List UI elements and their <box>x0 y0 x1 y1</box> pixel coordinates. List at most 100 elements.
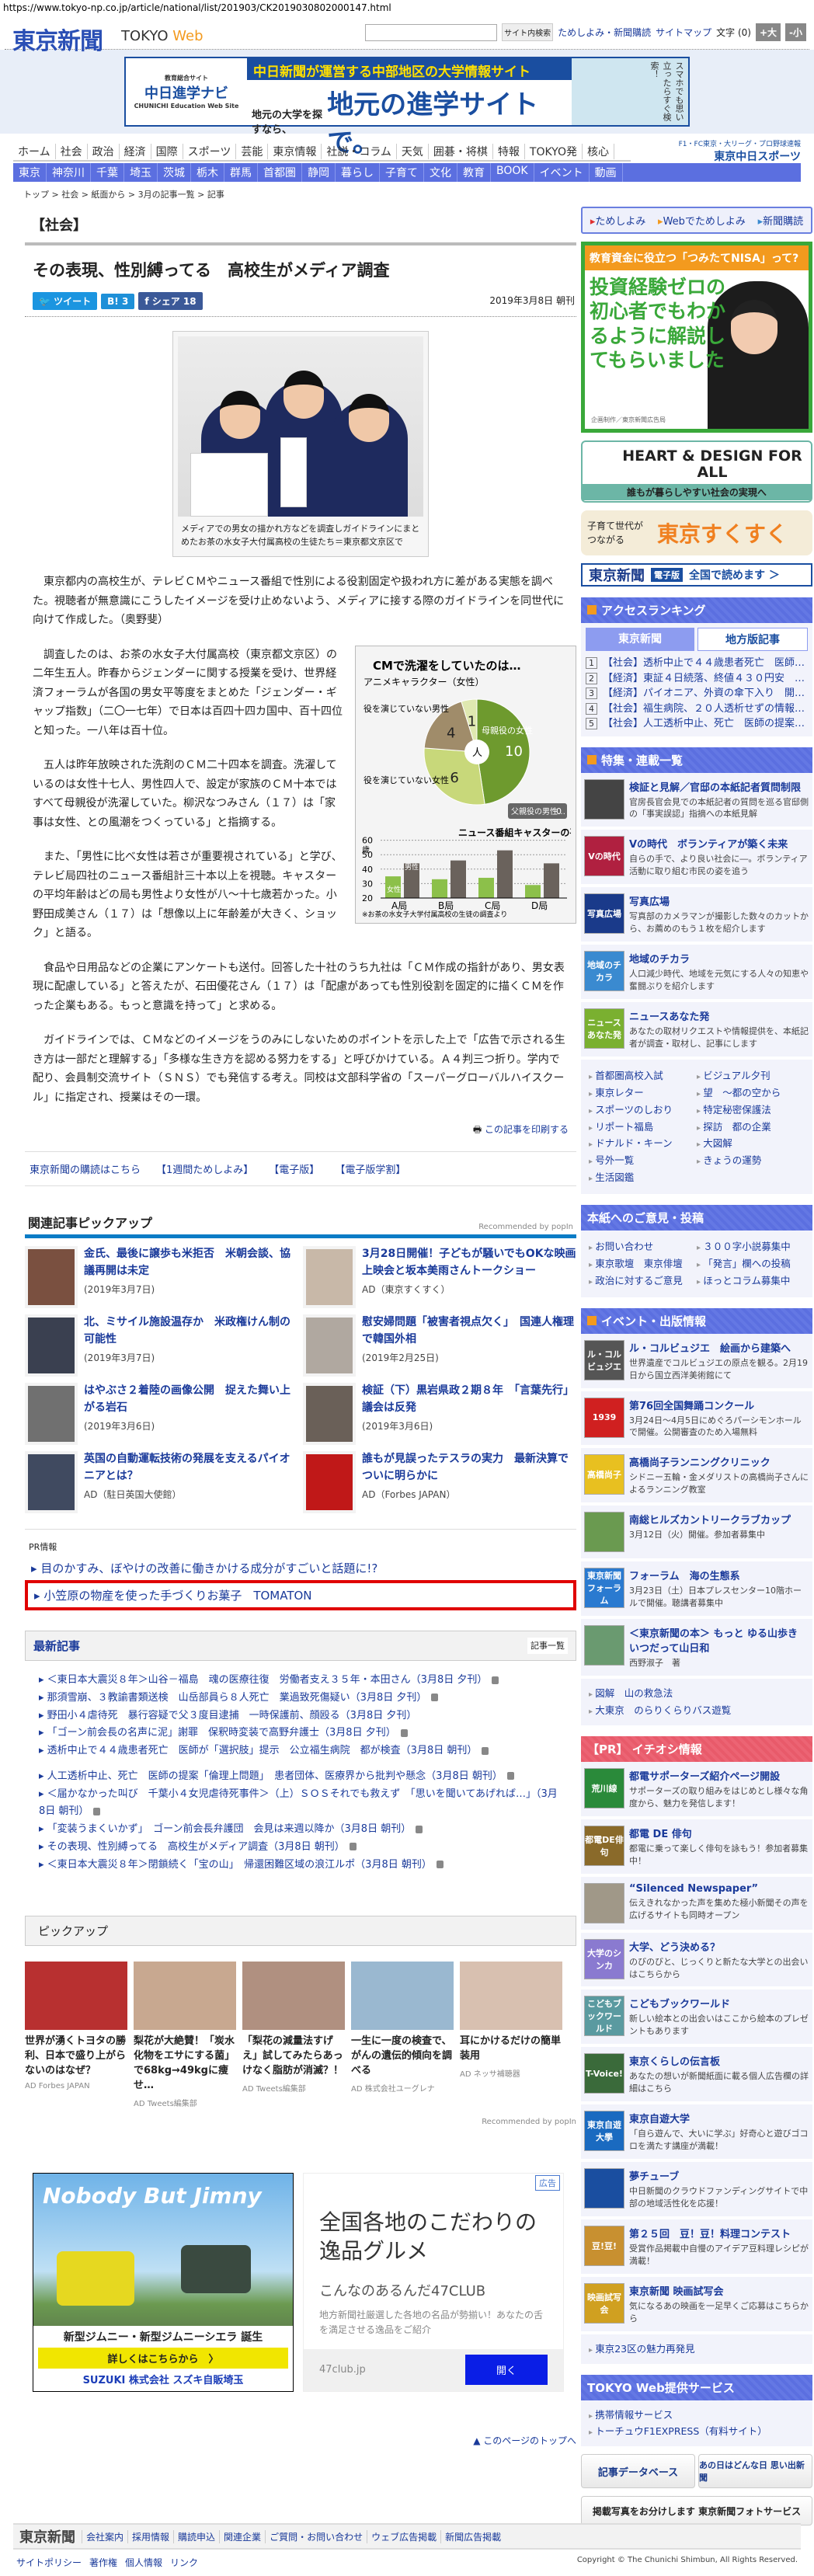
font-smaller-button[interactable]: -小 <box>785 23 806 41</box>
47club-ad[interactable]: 広告 全国各地のこだわりの逸品グルメ こんなのあるんだ47CLUB 地方新聞社厳… <box>303 2172 564 2392</box>
feature-item[interactable]: こどもブックワールド こどもブックワールド 新しい絵本との出会いはここから絵本のプレ… <box>581 1989 812 2048</box>
feature-link[interactable]: 号外一覧 <box>589 1152 697 1169</box>
latest-article-link[interactable]: ▸ ＜東日本大震災８年＞閉鎖続く「宝の山」 帰還困難区域の浪江ルポ（3月8日 朝… <box>39 1857 562 1875</box>
heart-design-banner[interactable]: HEART & DESIGN FOR ALL 誰もが暮らしやすい社会の実現へ <box>581 440 812 503</box>
tab-local-articles[interactable]: 地方版記事 <box>697 628 808 651</box>
opinion-link[interactable]: 政治に対するご意見 <box>589 1272 697 1290</box>
jimny-ad[interactable]: Nobody But Jimny 新型ジムニー・新型ジムニーシエラ 誕生 詳しくは… <box>33 2172 294 2392</box>
latest-article-link[interactable]: ▸ その表現、性別縛ってる 高校生がメディア調査（3月8日 朝刊） <box>39 1839 562 1857</box>
article-database-button[interactable]: 記事データベース <box>581 2454 695 2489</box>
nav-region-item[interactable]: イベント <box>534 163 590 182</box>
feature-title[interactable]: 東京新聞 映画試写会 <box>629 2283 809 2298</box>
nav-item[interactable]: 国際 <box>151 144 183 159</box>
feature-item[interactable]: 夢チューブ 中日新聞のクラウドファンディングサイトで中部の地域活性化を応援！ <box>581 2162 812 2219</box>
footer-sub-link[interactable]: リンク <box>170 2557 198 2568</box>
header-link-sitemap[interactable]: サイトマップ <box>656 26 711 39</box>
nav-region-item[interactable]: 群馬 <box>224 163 258 182</box>
feature-link[interactable]: 大図解 <box>697 1135 805 1152</box>
hatena-bookmark-button[interactable]: B! 3 <box>101 293 135 309</box>
related-title[interactable]: 英国の自動運転技術の発展を支えるパイオニアとは？ <box>84 1451 298 1485</box>
feature-title[interactable]: 高橋尚子ランニングクリニック <box>629 1454 809 1469</box>
service-link[interactable]: トーチュウF1EXPRESS（有料サイト） <box>589 2423 805 2440</box>
feature-item[interactable]: T-Voice! 東京くらしの伝言板 あなたの想いが新聞紙面に載る個人広告欄の詳細は… <box>581 2047 812 2105</box>
related-article[interactable]: 慰安婦問題「被害者視点欠く」 国連人権理で韓国外相 (2019年2月25日) <box>303 1314 576 1377</box>
nav-region-item[interactable]: 暮らし <box>336 163 380 182</box>
footer-logo[interactable]: 東京新聞 <box>13 2526 82 2546</box>
pickup-card[interactable]: 世界が湧くトヨタの勝利、日本で盛り上がらないのはなぜ？ AD Forbes JAP… <box>25 1962 127 2108</box>
feature-item[interactable]: 写真広場 写真広場 写真部のカメラマンが撮影した数々のカットから、お薦めのもう１枚を… <box>581 887 812 945</box>
related-title[interactable]: 3月28日開催！子どもが騒いでもOKな映画上映会と坂本美雨さんトークショー <box>362 1246 576 1279</box>
latest-article-link[interactable]: ▸ 野田小４虐待死 暴行容疑で父３度目逮捕 一時保護前、顔殴る（3月8日 夕刊） <box>39 1707 562 1725</box>
subscribe-link[interactable]: 【電子版】 <box>269 1161 319 1176</box>
article-thumbnail[interactable] <box>25 1383 78 1445</box>
tokyo-sukusuku-banner[interactable]: 子育て世代がつながる 東京すくすく <box>581 510 812 555</box>
nav-region-item[interactable]: 静岡 <box>302 163 336 182</box>
chunichi-sports-link[interactable]: F1・FC東京・大リーグ・プロ野球速報 東京中日スポーツ <box>679 138 801 164</box>
nav-item[interactable]: 核心 <box>583 144 614 159</box>
font-larger-button[interactable]: +大 <box>755 23 781 41</box>
pickup-card[interactable]: 一生に一度の検査で、がんの遺伝的傾向を調べる AD 株式会社ユーグレナ <box>351 1962 454 2108</box>
feature-title[interactable]: 夢チューブ <box>629 2168 809 2183</box>
footer-link[interactable]: ウェブ広告掲載 <box>367 2529 440 2543</box>
footer-link[interactable]: 関連企業 <box>219 2529 265 2543</box>
nav-region-item[interactable]: 埼玉 <box>124 163 158 182</box>
feature-item[interactable]: 地域のチカラ 地域のチカラ 人口減少時代、地域を元気にする人々の知恵や奮闘ぶりを紹介… <box>581 945 812 1002</box>
feature-item[interactable]: 東京新聞フォーラム フォーラム 海の生態系 3月23日（土）日本プレスセンター10階… <box>581 1561 812 1620</box>
photo-service-button[interactable]: 掲載写真をお分けします 東京新聞フォトサービス <box>581 2496 812 2526</box>
feature-item[interactable]: 都電DE俳句 都電 DE 俳句 都電に乗って楽しく俳句を詠もう！参加者募集中！ <box>581 1819 812 1877</box>
footer-link[interactable]: 購読申込 <box>173 2529 219 2543</box>
feature-item[interactable]: 映画試写会 東京新聞 映画試写会 気になるあの映画を一足早くご応募はこちらから <box>581 2276 812 2334</box>
popin-recommended[interactable]: Recommended by popIn <box>478 1223 573 1231</box>
nav-item[interactable]: 東京情報 <box>268 144 322 159</box>
feature-title[interactable]: ル・コルビュジエ 絵画から建築へ <box>629 1340 809 1355</box>
related-article[interactable]: 誰もが見誤ったテスラの実力 最新決算でついに明らかに AD（Forbes JAPA… <box>303 1451 576 1513</box>
nav-item[interactable]: TOKYO発 <box>525 144 583 159</box>
feature-title[interactable]: フォーラム 海の生態系 <box>629 1568 809 1582</box>
ranking-item[interactable]: 5 【社会】人工透析中止、死亡 医師の提案… <box>586 716 808 732</box>
ad-tag[interactable]: 広告 <box>535 2174 560 2191</box>
feature-link[interactable]: 生活図鑑 <box>589 1169 697 1186</box>
article-thumbnail[interactable] <box>25 1451 78 1513</box>
feature-title[interactable]: 写真広場 <box>629 893 809 908</box>
feature-item[interactable]: ＜東京新聞の本＞ もっと ゆる山歩き いつだって山日和 西野淑子 著 <box>581 1619 812 1680</box>
opinion-link[interactable]: 東京歌壇 東京俳壇 <box>589 1255 697 1272</box>
print-article-link[interactable]: 🖶 この記事を印刷する <box>33 1123 569 1139</box>
article-thumbnail[interactable] <box>303 1314 356 1377</box>
feature-title[interactable]: Vの時代 ボランティアが築く未来 <box>629 836 809 851</box>
nav-region-item[interactable]: 文化 <box>424 163 457 182</box>
ranking-item[interactable]: 3 【経済】パイオニア、外資の傘下入り 開… <box>586 686 808 701</box>
omoide-shimbun-button[interactable]: あの日はどんな日 思い出新聞 <box>698 2454 812 2489</box>
latest-article-link[interactable]: ▸ 「変装うまくいかず」 ゴーン前会長弁護団 会見は来週以降か（3月8日 朝刊） <box>39 1821 562 1839</box>
opinion-link[interactable]: ほっとコラム募集中 <box>697 1272 805 1290</box>
service-link[interactable]: 携帯情報サービス <box>589 2407 805 2424</box>
nav-item[interactable]: スポーツ <box>183 144 237 159</box>
feature-item[interactable]: 南総ヒルズカントリークラブカップ 3月12日（火）開催。参加者募集中 <box>581 1506 812 1562</box>
nav-item[interactable]: 経済 <box>120 144 151 159</box>
nav-item[interactable]: 社説・コラム <box>322 144 397 159</box>
pickup-card[interactable]: 「梨花の減量法すげえ」試してみたらあっけなく脂肪が消滅？！ AD Tweets編集… <box>242 1962 345 2108</box>
feature-item[interactable]: 検証と見解／官邸の本紙記者質問制限 官房長官会見での本紙記者の質問を巡る官邸側の「… <box>581 772 812 830</box>
feature-item[interactable]: “Silenced Newspaper” 伝えきれなかった声を集めた極小新聞その声… <box>581 1876 812 1933</box>
nav-item[interactable]: 社会 <box>56 144 88 159</box>
nav-region-item[interactable]: 教育 <box>457 163 491 182</box>
pickup-card[interactable]: 耳にかけるだけの簡単装用 AD ネッサ補聴器 <box>460 1962 562 2108</box>
related-title[interactable]: 誰もが見誤ったテスラの実力 最新決算でついに明らかに <box>362 1451 576 1485</box>
article-thumbnail[interactable] <box>303 1383 356 1445</box>
nav-region-item[interactable]: 千葉 <box>91 163 124 182</box>
nav-item[interactable]: 特報 <box>493 144 525 159</box>
article-thumbnail[interactable] <box>303 1451 356 1513</box>
related-title[interactable]: 金氏、最後に譲歩も米拒否 米朝会談、協議再開は未定 <box>84 1246 298 1279</box>
feature-title[interactable]: 検証と見解／官邸の本紙記者質問制限 <box>629 779 809 794</box>
subscribe-link[interactable]: 【電子版学割】 <box>335 1161 405 1176</box>
latest-article-link[interactable]: ▸ 「ゴーン前会長の名声に泥」謝罪 保釈時変装で高野弁護士（3月8日 夕刊） <box>39 1725 562 1742</box>
related-title[interactable]: 北、ミサイル施設温存か 米政権けん制の可能性 <box>84 1314 298 1348</box>
tweet-button[interactable]: 🐦 ツイート <box>33 292 98 310</box>
related-title[interactable]: 慰安婦問題「被害者視点欠く」 国連人権理で韓国外相 <box>362 1314 576 1348</box>
feature-title[interactable]: こどもブックワールド <box>629 1996 809 2010</box>
tab-tokyo-shimbun[interactable]: 東京新聞 <box>586 628 694 651</box>
trial-link[interactable]: ▸Webでためしよみ <box>658 213 746 228</box>
nisa-ad[interactable]: 教育資金に役立つ「つみたてNISA」って? 投資経験ゼロの初心者でもわかるように… <box>581 242 812 433</box>
footer-sub-link[interactable]: 個人情報 <box>125 2557 162 2568</box>
ranking-item[interactable]: 4 【社会】福生病院、２０人透析せずの情報… <box>586 701 808 717</box>
related-title[interactable]: 検証（下）黒岩県政２期８年 「言葉先行」議会は反発 <box>362 1383 576 1416</box>
